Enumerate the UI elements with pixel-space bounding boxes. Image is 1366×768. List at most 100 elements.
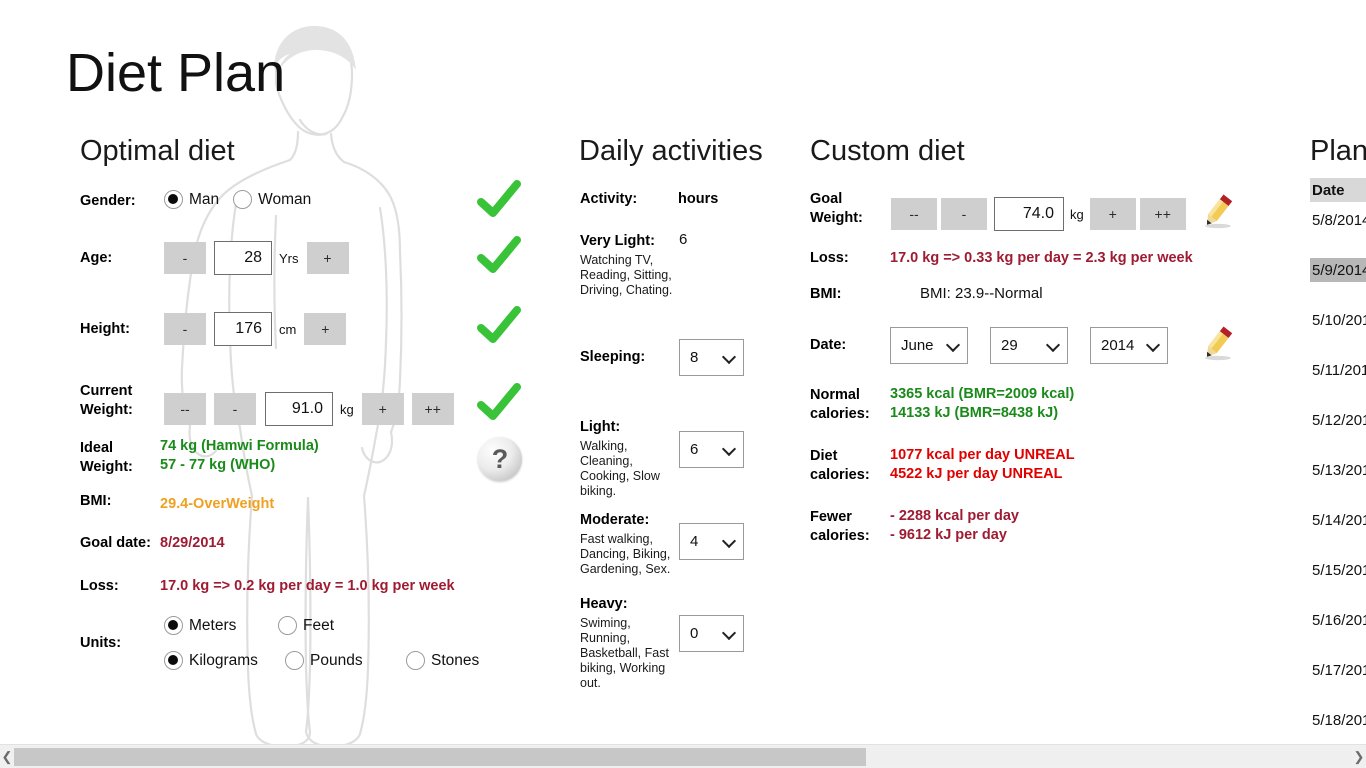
planner-column-header-date: Date (1310, 178, 1366, 202)
section-title-optimal-diet: Optimal diet (80, 135, 235, 167)
units-length-radio-group[interactable]: Meters Feet (164, 616, 348, 635)
gender-label: Gender: (80, 193, 136, 209)
current-weight-input[interactable]: 91.0 (265, 392, 333, 426)
units-mass-radio-group[interactable]: Kilograms Pounds Stones (164, 651, 493, 670)
planner-row-6[interactable]: 5/14/2014 (1310, 508, 1366, 532)
custom-date-selectors[interactable]: June 29 2014 (890, 327, 1168, 364)
height-increment-button[interactable]: + (304, 313, 347, 345)
date-year-select[interactable]: 2014 (1090, 327, 1168, 364)
planner-row-0[interactable]: 5/8/2014 (1310, 208, 1366, 232)
activity-heavy-value: 0 (690, 625, 699, 642)
activity-light-value: 6 (690, 441, 699, 458)
age-label: Age: (80, 250, 113, 266)
units-radio-stones[interactable]: Stones (406, 651, 479, 670)
goal-weight-label-line1: Goal (810, 191, 843, 207)
activity-light-select[interactable]: 6 (679, 431, 744, 468)
planner-row-1[interactable]: 5/9/2014 (1310, 258, 1366, 282)
diet-calories-kj: 4522 kJ per day UNREAL (890, 465, 1063, 482)
activity-sleeping-select[interactable]: 8 (679, 339, 744, 376)
goal-weight-decrement-button[interactable]: - (941, 198, 987, 230)
activity-heavy-name: Heavy: (580, 596, 628, 612)
date-day-select[interactable]: 29 (990, 327, 1068, 364)
planner-row-3[interactable]: 5/11/2014 (1310, 358, 1366, 382)
question-mark-icon[interactable]: ? (478, 437, 522, 481)
chevron-down-icon (724, 352, 735, 363)
planner-row-9[interactable]: 5/17/2014 (1310, 658, 1366, 682)
goal-weight-input[interactable]: 74.0 (994, 197, 1064, 231)
custom-bmi-value: BMI: 23.9--Normal (920, 285, 1043, 302)
scrollbar-track[interactable] (14, 747, 1352, 766)
section-title-planner: Planner (1310, 135, 1366, 167)
height-label: Height: (80, 321, 130, 337)
date-month-select[interactable]: June (890, 327, 968, 364)
activity-heavy-select[interactable]: 0 (679, 615, 744, 652)
scroll-right-arrow-icon[interactable]: ❯ (1352, 745, 1366, 768)
ideal-weight-who: 57 - 77 kg (WHO) (160, 456, 276, 473)
activity-very-light-value: 6 (679, 231, 688, 248)
units-radio-feet[interactable]: Feet (278, 616, 334, 635)
activity-light-note: Walking, Cleaning, Cooking, Slow biking. (580, 438, 660, 498)
units-radio-pounds[interactable]: Pounds (285, 651, 392, 670)
pencil-icon-goal-weight[interactable] (1196, 190, 1238, 232)
radio-dot (285, 651, 304, 670)
gender-radio-man-label: Man (189, 190, 220, 208)
current-weight-increment-large-button[interactable]: ++ (411, 393, 454, 425)
current-weight-decrement-button[interactable]: - (214, 393, 256, 425)
gender-radio-group[interactable]: Man Woman (164, 190, 325, 209)
activity-sleeping-name: Sleeping: (580, 349, 646, 365)
date-month-value: June (901, 337, 934, 354)
pencil-icon-date[interactable] (1196, 322, 1238, 364)
chevron-down-icon (1048, 340, 1059, 351)
goal-weight-increment-large-button[interactable]: ++ (1139, 198, 1186, 230)
activity-heavy-note: Swiming, Running, Basketball, Fast bikin… (580, 615, 669, 690)
age-input[interactable]: 28 (214, 241, 272, 275)
horizontal-scrollbar[interactable]: ❮ ❯ (0, 744, 1366, 768)
planner-row-2[interactable]: 5/10/2014 (1310, 308, 1366, 332)
planner-row-5[interactable]: 5/13/2014 (1310, 458, 1366, 482)
date-day-value: 29 (1001, 337, 1018, 354)
section-title-daily-activities: Daily activities (579, 135, 763, 167)
diet-plan-app: Diet Plan Optimal diet Gender: Man Woman… (0, 0, 1366, 768)
chevron-down-icon (1148, 340, 1159, 351)
custom-loss-label: Loss: (810, 250, 849, 266)
green-check-icon-age (477, 236, 521, 273)
activity-moderate-name: Moderate: (580, 512, 650, 528)
gender-radio-man[interactable]: Man (164, 190, 219, 209)
height-stepper[interactable]: - 176 cm + (164, 312, 347, 346)
activity-very-light-name: Very Light: (580, 233, 655, 249)
section-title-custom-diet: Custom diet (810, 135, 965, 167)
planner-row-4[interactable]: 5/12/2014 (1310, 408, 1366, 432)
height-input[interactable]: 176 (214, 312, 272, 346)
goal-date-label: Goal date: (80, 535, 151, 551)
diet-calories-label-line1: Diet (810, 448, 838, 464)
custom-bmi-label: BMI: (810, 286, 842, 302)
age-stepper[interactable]: - 28 Yrs + (164, 241, 349, 275)
age-increment-button[interactable]: + (306, 242, 349, 274)
activity-moderate-select[interactable]: 4 (679, 523, 744, 560)
scrollbar-thumb[interactable] (14, 747, 866, 766)
scroll-left-arrow-icon[interactable]: ❮ (0, 745, 14, 768)
gender-radio-woman-label: Woman (258, 190, 312, 208)
current-weight-stepper[interactable]: -- - 91.0 kg + ++ (164, 392, 454, 426)
planner-row-7[interactable]: 5/15/2014 (1310, 558, 1366, 582)
normal-calories-kj: 14133 kJ (BMR=8438 kJ) (890, 404, 1059, 421)
units-radio-meters-label: Meters (189, 616, 237, 634)
units-radio-meters[interactable]: Meters (164, 616, 264, 635)
units-label: Units: (80, 635, 122, 651)
current-weight-decrement-large-button[interactable]: -- (164, 393, 206, 425)
units-radio-kilograms[interactable]: Kilograms (164, 651, 271, 670)
gender-radio-woman[interactable]: Woman (233, 190, 311, 209)
radio-dot (164, 190, 183, 209)
goal-date-value: 8/29/2014 (160, 535, 225, 551)
planner-row-8[interactable]: 5/16/2014 (1310, 608, 1366, 632)
planner-row-10[interactable]: 5/18/2014 (1310, 708, 1366, 732)
units-radio-feet-label: Feet (303, 616, 335, 634)
height-decrement-button[interactable]: - (164, 313, 206, 345)
optimal-loss-value: 17.0 kg => 0.2 kg per day = 1.0 kg per w… (160, 578, 455, 594)
goal-weight-increment-button[interactable]: + (1089, 198, 1136, 230)
age-decrement-button[interactable]: - (164, 242, 206, 274)
goal-weight-decrement-large-button[interactable]: -- (891, 198, 937, 230)
current-weight-increment-button[interactable]: + (361, 393, 404, 425)
goal-weight-stepper[interactable]: -- - 74.0 kg + ++ (891, 197, 1186, 231)
chevron-down-icon (724, 444, 735, 455)
